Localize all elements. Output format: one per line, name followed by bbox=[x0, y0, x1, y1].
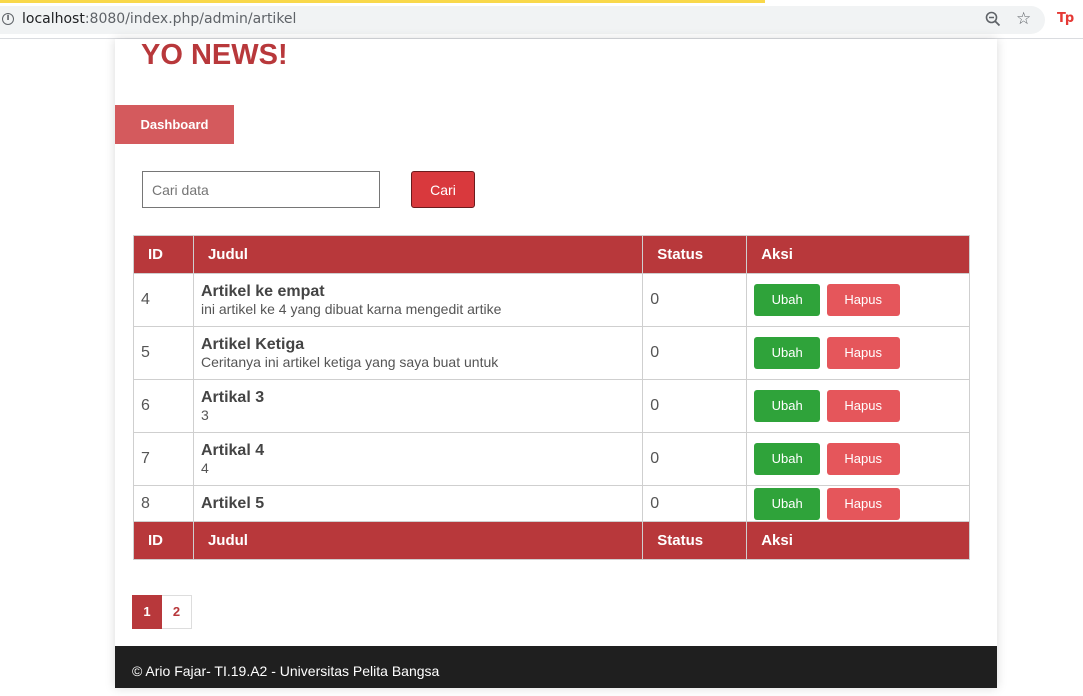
cell-id: 4 bbox=[133, 273, 194, 327]
article-description: 3 bbox=[200, 407, 209, 423]
footer-status: Status bbox=[642, 521, 748, 560]
delete-button[interactable]: Hapus bbox=[826, 443, 900, 475]
url-path: :8080/index.php/admin/artikel bbox=[84, 11, 297, 27]
delete-button[interactable]: Hapus bbox=[826, 487, 900, 520]
cell-status: 0 bbox=[642, 485, 748, 522]
cell-status: 0 bbox=[642, 379, 748, 433]
cell-aksi: Ubah Hapus bbox=[746, 432, 970, 486]
article-description: 4 bbox=[200, 460, 209, 476]
table-row: 5 Artikel Ketiga Ceritanya ini artikel k… bbox=[133, 326, 970, 380]
edit-button[interactable]: Ubah bbox=[754, 390, 821, 422]
site-title: YO NEWS! bbox=[141, 39, 288, 71]
zoom-icon[interactable] bbox=[985, 11, 1001, 27]
browser-toolbar: i localhost:8080/index.php/admin/artikel… bbox=[0, 0, 1083, 39]
cell-judul: Artikel Ketiga Ceritanya ini artikel ket… bbox=[192, 326, 644, 380]
cell-status: 0 bbox=[642, 326, 748, 380]
cell-judul: Artikel ke empat ini artikel ke 4 yang d… bbox=[192, 273, 644, 327]
cell-aksi: Ubah Hapus bbox=[746, 379, 970, 433]
table-row: 7 Artikal 4 4 0 Ubah Hapus bbox=[133, 432, 970, 486]
delete-button[interactable]: Hapus bbox=[826, 390, 900, 422]
delete-button[interactable]: Hapus bbox=[826, 284, 900, 316]
article-title: Artikel ke empat bbox=[200, 283, 325, 300]
cell-status: 0 bbox=[642, 273, 748, 327]
page-2-link[interactable]: 2 bbox=[162, 595, 192, 629]
cell-aksi: Ubah Hapus bbox=[746, 273, 970, 327]
cell-id: 7 bbox=[133, 432, 194, 486]
footer-id: ID bbox=[133, 521, 194, 560]
article-title: Artikel 5 bbox=[200, 494, 265, 512]
articles-table: ID Judul Status Aksi 4 Artikel ke empat … bbox=[133, 235, 970, 560]
cell-status: 0 bbox=[642, 432, 748, 486]
delete-button[interactable]: Hapus bbox=[826, 337, 900, 369]
cell-judul: Artikal 4 4 bbox=[192, 432, 644, 486]
header-judul: Judul bbox=[192, 235, 644, 274]
search-input[interactable] bbox=[142, 171, 380, 208]
table-footer-row: ID Judul Status Aksi bbox=[133, 521, 970, 560]
article-description: Ceritanya ini artikel ketiga yang saya b… bbox=[200, 354, 499, 370]
tab-strip-accent bbox=[0, 0, 765, 3]
info-icon[interactable]: i bbox=[2, 13, 14, 25]
footer-judul: Judul bbox=[192, 521, 644, 560]
table-row: 4 Artikel ke empat ini artikel ke 4 yang… bbox=[133, 273, 970, 327]
page-container: YO NEWS! Dashboard Cari ID Judul Status … bbox=[115, 39, 997, 688]
article-description: ini artikel ke 4 yang dibuat karna menge… bbox=[200, 301, 502, 317]
header-aksi: Aksi bbox=[746, 235, 970, 274]
edit-button[interactable]: Ubah bbox=[754, 337, 821, 369]
nav-dashboard[interactable]: Dashboard bbox=[115, 105, 234, 144]
site-footer: © Ario Fajar- TI.19.A2 - Universitas Pel… bbox=[115, 646, 997, 688]
table-header-row: ID Judul Status Aksi bbox=[133, 235, 970, 274]
cell-aksi: Ubah Hapus bbox=[746, 326, 970, 380]
address-url[interactable]: localhost:8080/index.php/admin/artikel bbox=[22, 11, 296, 27]
footer-aksi: Aksi bbox=[746, 521, 970, 560]
article-title: Artikal 3 bbox=[200, 389, 265, 406]
table-row: 8 Artikel 5 0 Ubah Hapus bbox=[133, 485, 970, 522]
edit-button[interactable]: Ubah bbox=[754, 487, 821, 520]
cell-judul: Artikel 5 bbox=[192, 485, 644, 522]
cell-id: 8 bbox=[133, 485, 194, 522]
pagination: 1 2 bbox=[132, 595, 192, 629]
edit-button[interactable]: Ubah bbox=[754, 284, 821, 316]
url-host: localhost bbox=[22, 11, 85, 27]
page-1-link[interactable]: 1 bbox=[132, 595, 162, 629]
search-button[interactable]: Cari bbox=[411, 171, 475, 208]
cell-judul: Artikal 3 3 bbox=[192, 379, 644, 433]
edit-button[interactable]: Ubah bbox=[754, 443, 821, 475]
header-id: ID bbox=[133, 235, 194, 274]
cell-id: 5 bbox=[133, 326, 194, 380]
table-row: 6 Artikal 3 3 0 Ubah Hapus bbox=[133, 379, 970, 433]
cell-id: 6 bbox=[133, 379, 194, 433]
cell-aksi: Ubah Hapus bbox=[746, 485, 970, 522]
article-title: Artikel Ketiga bbox=[200, 336, 305, 353]
extension-icon[interactable]: Tp bbox=[1057, 11, 1074, 26]
bookmark-star-icon[interactable]: ☆ bbox=[1016, 10, 1031, 28]
header-status: Status bbox=[642, 235, 748, 274]
article-title: Artikal 4 bbox=[200, 442, 265, 459]
